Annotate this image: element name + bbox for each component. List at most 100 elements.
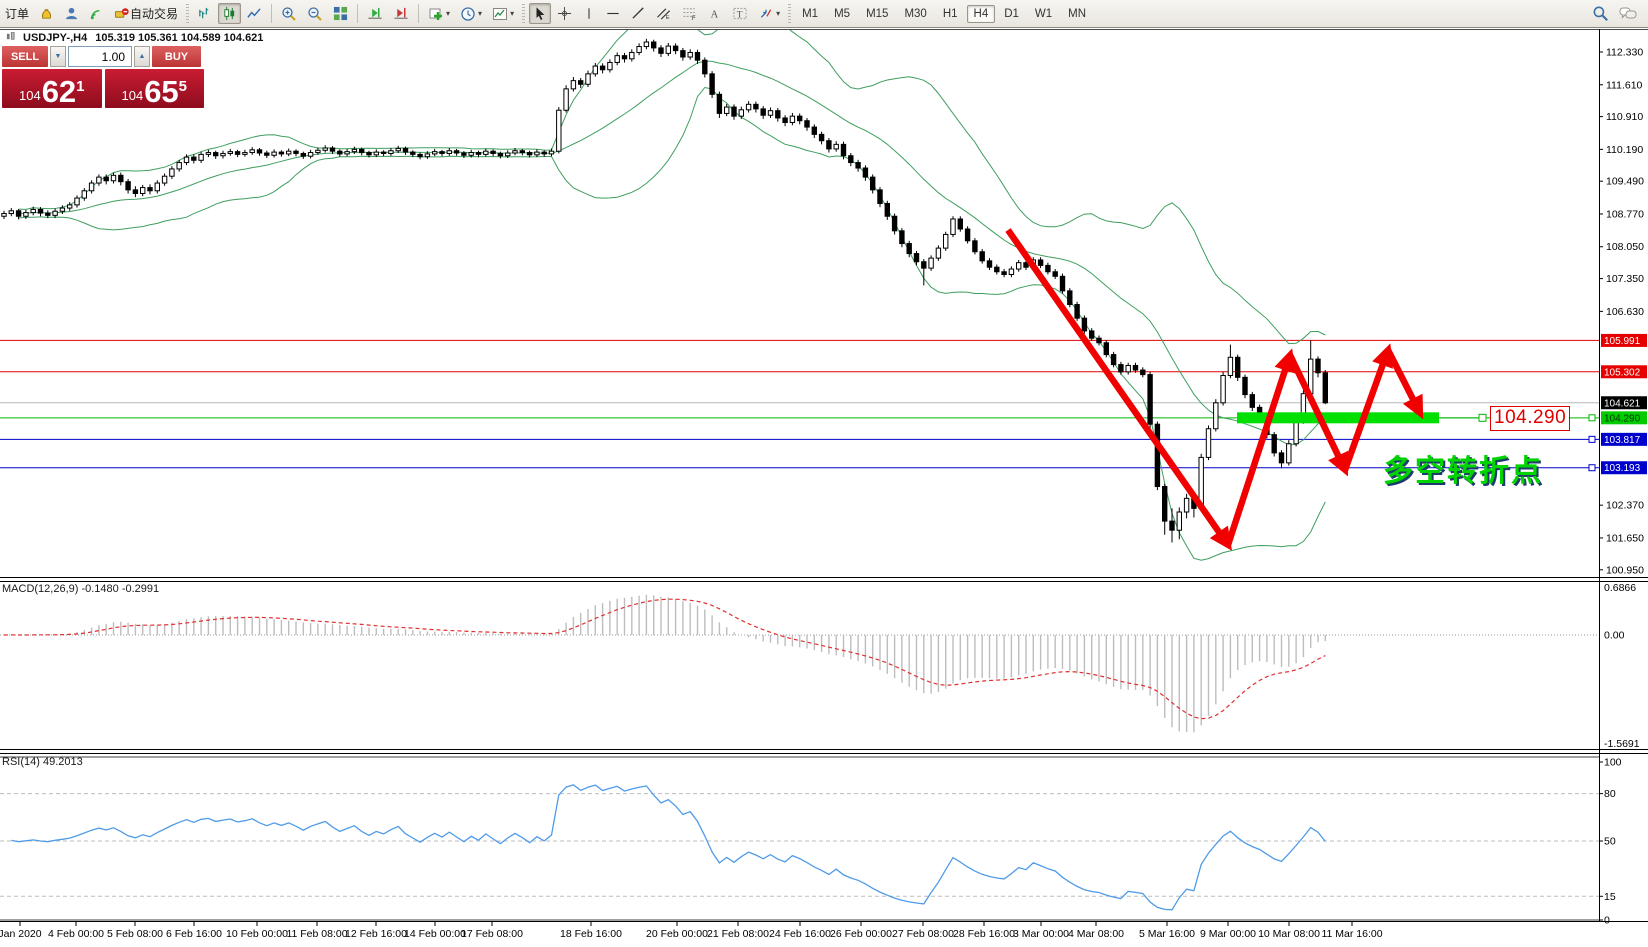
- crosshair-icon: [557, 6, 572, 21]
- crosshair-button[interactable]: [553, 3, 576, 24]
- horizontal-line-button[interactable]: [601, 3, 625, 24]
- zoom-out-icon: [307, 6, 323, 22]
- moneybag-button[interactable]: [35, 3, 58, 24]
- buy-button[interactable]: BUY: [152, 46, 201, 67]
- toolbar-separator: [357, 4, 358, 23]
- svg-text:108.770: 108.770: [1606, 208, 1644, 220]
- buy-price-pip: 5: [179, 78, 187, 95]
- toolbar-separator: [418, 4, 419, 23]
- timeframe-h4-button[interactable]: H4: [967, 5, 996, 23]
- zoom-in-button[interactable]: [277, 3, 301, 24]
- timeframe-m5-button[interactable]: M5: [827, 5, 857, 23]
- rsi-label: RSI(14) 49.2013: [2, 756, 83, 768]
- svg-text:112.330: 112.330: [1606, 47, 1643, 59]
- chart-shift-button[interactable]: [389, 3, 413, 24]
- line-chart-button[interactable]: [243, 3, 266, 24]
- svg-text:14 Feb 00:00: 14 Feb 00:00: [404, 928, 466, 940]
- profile-button[interactable]: [60, 3, 83, 24]
- equidistant-channel-button[interactable]: E: [652, 3, 676, 24]
- svg-text:12 Feb 16:00: 12 Feb 16:00: [345, 928, 407, 940]
- vertical-line-button[interactable]: [578, 3, 599, 24]
- sell-price-main: 62: [42, 77, 76, 106]
- arrows-button[interactable]: ▾: [754, 3, 784, 24]
- svg-text:0.00: 0.00: [1604, 630, 1625, 642]
- templates-button[interactable]: ▾: [488, 3, 518, 24]
- svg-text:3 Mar 00:00: 3 Mar 00:00: [1013, 928, 1069, 940]
- timeframe-m1-button[interactable]: M1: [795, 5, 825, 23]
- text-label-icon: T: [732, 6, 748, 21]
- svg-text:26 Feb 00:00: 26 Feb 00:00: [830, 928, 892, 940]
- chevron-down-icon: ▾: [478, 9, 482, 18]
- turning-point-note[interactable]: 多空转折点: [1383, 446, 1543, 490]
- timeframe-m15-button[interactable]: M15: [859, 5, 895, 23]
- svg-text:-1.5691: -1.5691: [1604, 738, 1640, 750]
- autotrade-button[interactable]: 自动交易: [110, 3, 182, 24]
- auto-scroll-button[interactable]: [363, 3, 387, 24]
- macd-label: MACD(12,26,9) -0.1480 -0.2991: [2, 583, 159, 595]
- buy-price-tile[interactable]: 104 65 5: [105, 69, 205, 108]
- timeframe-d1-button[interactable]: D1: [997, 5, 1026, 23]
- timeframe-m30-button[interactable]: M30: [897, 5, 933, 23]
- trendline-button[interactable]: [627, 3, 650, 24]
- sell-button[interactable]: SELL: [2, 46, 48, 67]
- chart-header: USDJPY-,H4 105.319 105.361 104.589 104.6…: [6, 32, 263, 44]
- chart-shift-icon: [393, 6, 409, 21]
- timeframe-w1-button[interactable]: W1: [1028, 5, 1059, 23]
- cursor-icon: [533, 6, 547, 21]
- indicators-button[interactable]: ▾: [424, 3, 454, 24]
- periods-button[interactable]: ▾: [456, 3, 486, 24]
- line-chart-icon: [247, 6, 262, 21]
- indicators-plus-icon: [428, 6, 444, 22]
- svg-text:24 Feb 16:00: 24 Feb 16:00: [769, 928, 831, 940]
- price-level-lines: [0, 340, 1599, 470]
- tile-windows-icon: [333, 6, 348, 21]
- svg-text:4 Mar 08:00: 4 Mar 08:00: [1068, 928, 1124, 940]
- svg-text:4 Feb 00:00: 4 Feb 00:00: [48, 928, 104, 940]
- svg-text:28 Feb 16:00: 28 Feb 16:00: [953, 928, 1015, 940]
- svg-text:100.950: 100.950: [1606, 564, 1644, 576]
- chat-icon: [1619, 6, 1637, 22]
- text-label-button[interactable]: T: [728, 3, 752, 24]
- signal-button[interactable]: [85, 3, 108, 24]
- svg-text:103.193: 103.193: [1604, 463, 1641, 474]
- chevron-down-icon: ▾: [446, 9, 450, 18]
- new-order-label: 订单: [5, 5, 29, 22]
- svg-text:5 Mar 16:00: 5 Mar 16:00: [1139, 928, 1195, 940]
- svg-text:110.190: 110.190: [1606, 144, 1643, 156]
- volume-decrease-button[interactable]: ▼: [50, 46, 66, 67]
- chat-button[interactable]: [1615, 3, 1641, 24]
- search-button[interactable]: [1588, 3, 1613, 24]
- svg-text:5 Feb 08:00: 5 Feb 08:00: [107, 928, 163, 940]
- svg-text:109.490: 109.490: [1606, 176, 1644, 188]
- buy-price-prefix: 104: [121, 88, 143, 103]
- svg-text:0.6866: 0.6866: [1604, 582, 1636, 594]
- profile-icon: [64, 6, 79, 21]
- sell-price-pip: 1: [76, 78, 84, 95]
- sell-price-tile[interactable]: 104 62 1: [2, 69, 102, 108]
- bar-chart-button[interactable]: [193, 3, 216, 24]
- time-axis: Jan 20204 Feb 00:005 Feb 08:006 Feb 16:0…: [0, 922, 1383, 940]
- symbol-title: USDJPY-,H4: [23, 32, 87, 44]
- templates-icon: [492, 6, 508, 22]
- svg-text:A: A: [711, 9, 719, 20]
- zoom-out-button[interactable]: [303, 3, 327, 24]
- timeframe-h1-button[interactable]: H1: [936, 5, 965, 23]
- svg-text:111.610: 111.610: [1606, 79, 1643, 91]
- new-order-button[interactable]: 订单: [1, 3, 33, 24]
- svg-text:100: 100: [1604, 757, 1622, 769]
- trading-platform-window: 订单 自动交易: [0, 0, 1648, 947]
- moneybag-icon: [39, 6, 54, 21]
- horizontal-line-icon: [605, 7, 621, 20]
- svg-text:17 Feb 08:00: 17 Feb 08:00: [461, 928, 523, 940]
- volume-input[interactable]: 1.00: [68, 46, 132, 67]
- volume-increase-button[interactable]: ▲: [134, 46, 150, 67]
- cursor-button[interactable]: [529, 3, 551, 24]
- text-button[interactable]: A: [704, 3, 726, 24]
- timeframe-mn-button[interactable]: MN: [1061, 5, 1093, 23]
- tile-windows-button[interactable]: [329, 3, 352, 24]
- svg-text:E: E: [666, 15, 670, 21]
- autotrade-stop-icon: [114, 6, 130, 21]
- candlestick-chart-button[interactable]: [218, 3, 241, 24]
- support-price-label[interactable]: 104.290: [1490, 406, 1570, 431]
- fibonacci-button[interactable]: F: [678, 3, 702, 24]
